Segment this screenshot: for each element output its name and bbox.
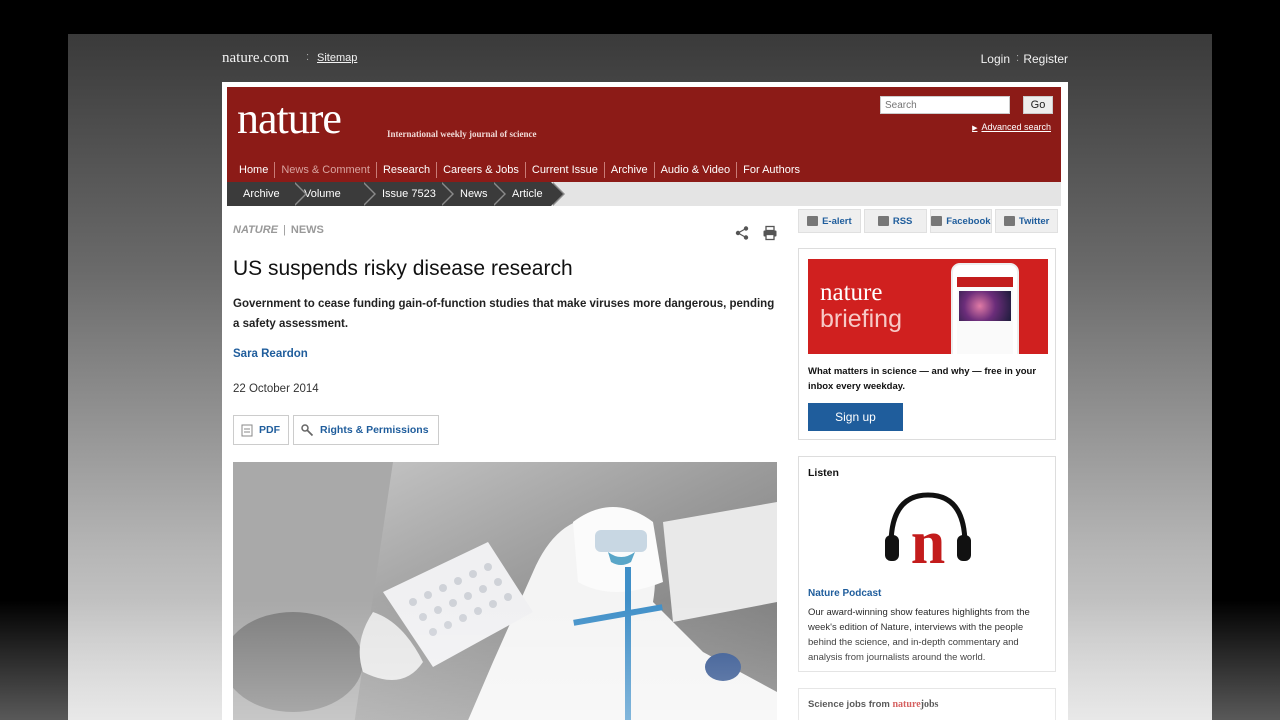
phone-screen — [957, 277, 1013, 354]
site-logo[interactable]: nature.com — [222, 50, 289, 67]
listen-panel: Listen n Nature Podcast Our award-winnin… — [798, 456, 1056, 672]
publish-date: 22 October 2014 — [233, 383, 319, 395]
social-links: E-alert RSS Facebook Twitter — [798, 209, 1058, 233]
briefing-banner[interactable]: nature briefing — [808, 259, 1048, 354]
jobs-heading-text: Science jobs from — [808, 699, 890, 710]
lab-researcher-image — [233, 462, 777, 720]
podcast-description: Our award-winning show features highligh… — [808, 607, 1030, 663]
nav-item-news-comment[interactable]: News & Comment — [275, 162, 377, 178]
author-link[interactable]: Sara Reardon — [233, 348, 308, 360]
separator: : — [306, 51, 310, 63]
naturejobs-logo-nature[interactable]: nature — [892, 699, 920, 710]
nav-item-archive[interactable]: Archive — [605, 162, 655, 178]
nav-item-for-authors[interactable]: For Authors — [737, 162, 806, 178]
page: nature International weekly journal of s… — [222, 82, 1068, 720]
search-input[interactable] — [880, 96, 1010, 114]
key-icon — [301, 423, 314, 436]
separator: : — [1015, 52, 1019, 64]
arrow-right-icon: ▶ — [972, 125, 978, 132]
sitemap-link[interactable]: Sitemap — [317, 52, 357, 64]
nav-item-audio-video[interactable]: Audio & Video — [655, 162, 738, 178]
podcast-headphones-icon[interactable]: n — [883, 487, 973, 573]
e-alert-link[interactable]: E-alert — [798, 209, 861, 233]
pdf-label: PDF — [259, 424, 280, 436]
share-icon[interactable] — [734, 225, 750, 241]
rss-icon — [877, 216, 889, 226]
briefing-title-line2: briefing — [820, 305, 902, 333]
nature-logo[interactable]: nature — [237, 93, 342, 144]
phone-image — [959, 291, 1011, 321]
nav-item-current-issue[interactable]: Current Issue — [526, 162, 605, 178]
advanced-search-link[interactable]: ▶ Advanced search — [972, 122, 1051, 132]
e-alert-label: E-alert — [822, 215, 852, 227]
pdf-button[interactable]: PDF — [233, 415, 289, 445]
phone-header — [957, 277, 1013, 287]
jobs-panel: Science jobs from naturejobs — [798, 688, 1056, 720]
briefing-blurb: What matters in science — and why — free… — [808, 366, 1037, 392]
svg-text:n: n — [911, 509, 945, 573]
advanced-search-label: Advanced search — [981, 122, 1051, 132]
breadcrumb-archive[interactable]: Archive — [227, 182, 307, 206]
podcast-title-link[interactable]: Nature Podcast — [808, 588, 881, 599]
phone-mockup-icon — [951, 263, 1019, 354]
breadcrumb: Archive Volume 514 Issue 7523 News Artic… — [227, 182, 1061, 224]
masthead: nature International weekly journal of s… — [227, 87, 1061, 182]
separator: | — [283, 224, 286, 236]
pdf-icon — [241, 424, 253, 436]
facebook-label: Facebook — [946, 215, 991, 227]
nav-item-home[interactable]: Home — [232, 162, 276, 178]
main-nav: Home News & Comment Research Careers & J… — [232, 159, 1066, 181]
rss-link[interactable]: RSS — [863, 209, 927, 233]
twitter-label: Twitter — [1018, 215, 1050, 227]
listen-heading: Listen — [808, 467, 839, 479]
print-icon[interactable] — [762, 225, 778, 241]
facebook-link[interactable]: Facebook — [929, 209, 993, 233]
rights-label: Rights & Permissions — [320, 424, 429, 436]
nav-item-research[interactable]: Research — [377, 162, 438, 178]
journal-label: NATURE — [233, 224, 279, 236]
article-title: US suspends risky disease research — [233, 257, 573, 280]
top-utility-bar: nature.com : Sitemap Login : Register — [222, 50, 1068, 70]
naturejobs-logo-jobs[interactable]: jobs — [921, 699, 939, 710]
rights-permissions-button[interactable]: Rights & Permissions — [293, 415, 439, 445]
facebook-icon — [931, 216, 943, 226]
sign-up-button[interactable]: Sign up — [808, 403, 903, 431]
briefing-panel: nature briefing What matters in science … — [798, 248, 1056, 440]
register-link[interactable]: Register — [1023, 52, 1068, 66]
briefing-title-line1: nature — [820, 279, 883, 306]
article-standfirst: Government to cease funding gain-of-func… — [233, 298, 775, 330]
tagline: International weekly journal of science — [387, 129, 537, 139]
jobs-heading: Science jobs from naturejobs — [808, 699, 938, 710]
nav-item-careers-jobs[interactable]: Careers & Jobs — [437, 162, 526, 178]
envelope-icon — [807, 216, 819, 226]
search-go-button[interactable]: Go — [1023, 96, 1053, 114]
login-link[interactable]: Login — [981, 52, 1010, 66]
twitter-icon — [1003, 216, 1015, 226]
rss-label: RSS — [892, 215, 913, 227]
article-photo — [233, 462, 777, 720]
twitter-link[interactable]: Twitter — [995, 209, 1058, 233]
